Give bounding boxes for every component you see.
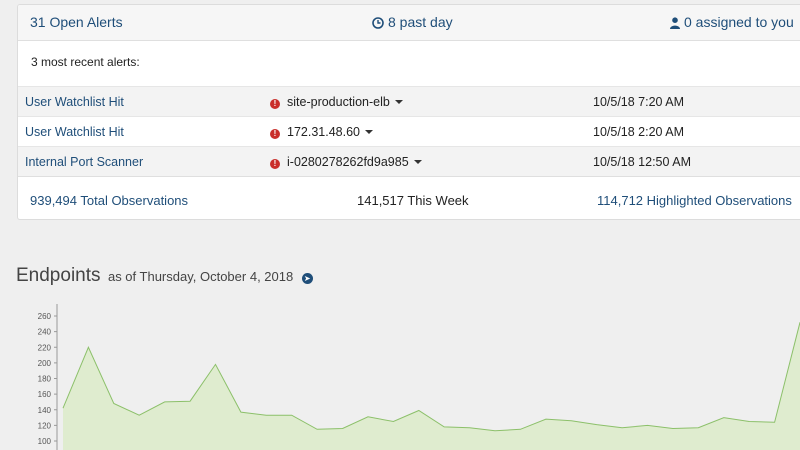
alerts-panel: 31 Open Alerts 8 past day 0 assigned to …: [17, 4, 800, 220]
data-point[interactable]: [87, 346, 90, 349]
alert-time: 10/5/18 12:50 AM: [593, 155, 691, 169]
exclamation-circle-icon: !: [270, 99, 280, 109]
alert-target-label: site-production-elb: [287, 95, 390, 109]
data-point[interactable]: [316, 428, 319, 431]
y-tick-label: 220: [38, 343, 52, 352]
endpoints-chart: 100 120 140 160 180 200 220 240 260: [38, 304, 800, 450]
data-point[interactable]: [163, 400, 166, 403]
arrow-circle-right-icon[interactable]: ➤: [301, 273, 313, 284]
exclamation-circle-icon: !: [270, 159, 280, 169]
data-point[interactable]: [544, 418, 547, 421]
data-point[interactable]: [722, 416, 725, 419]
alert-target-dropdown[interactable]: ! 172.31.48.60: [270, 125, 373, 139]
past-day-link[interactable]: 8 past day: [372, 14, 453, 32]
observation-stats: 939,494 Total Observations 141,517 This …: [18, 176, 800, 219]
y-tick-label: 140: [38, 406, 52, 415]
data-point[interactable]: [189, 400, 192, 403]
total-observations-link[interactable]: 939,494 Total Observations: [30, 193, 188, 208]
highlighted-observations-link[interactable]: 114,712 Highlighted Observations: [597, 193, 792, 208]
data-point[interactable]: [570, 419, 573, 422]
y-tick-label: 100: [38, 437, 52, 446]
data-point[interactable]: [214, 363, 217, 366]
data-point[interactable]: [671, 427, 674, 430]
y-tick-label: 200: [38, 359, 52, 368]
recent-alerts-list: User Watchlist Hit ! site-production-elb …: [18, 86, 800, 176]
alert-name-link[interactable]: Internal Port Scanner: [25, 155, 143, 169]
data-point[interactable]: [468, 426, 471, 429]
clock-icon: [372, 16, 384, 32]
data-point[interactable]: [519, 428, 522, 431]
data-point[interactable]: [621, 426, 624, 429]
data-point[interactable]: [367, 415, 370, 418]
alert-name-link[interactable]: User Watchlist Hit: [25, 125, 124, 139]
data-point[interactable]: [290, 414, 293, 417]
alert-target-label: 172.31.48.60: [287, 125, 360, 139]
y-tick-label: 240: [38, 328, 52, 337]
caret-down-icon: [365, 130, 373, 134]
data-point[interactable]: [239, 411, 242, 414]
data-point[interactable]: [595, 423, 598, 426]
y-tick-label: 160: [38, 390, 52, 399]
data-point[interactable]: [494, 429, 497, 432]
endpoints-as-of: as of Thursday, October 4, 2018: [107, 269, 294, 284]
y-tick-label: 260: [38, 312, 52, 321]
past-day-label: 8 past day: [388, 14, 453, 30]
data-point[interactable]: [392, 420, 395, 423]
alert-target-dropdown[interactable]: ! site-production-elb: [270, 95, 403, 109]
alert-target-dropdown[interactable]: ! i-0280278262fd9a985: [270, 155, 422, 169]
data-point[interactable]: [112, 402, 115, 405]
y-tick-label: 120: [38, 421, 52, 430]
data-point[interactable]: [697, 426, 700, 429]
alert-row: Internal Port Scanner ! i-0280278262fd9a9…: [18, 146, 800, 176]
data-point[interactable]: [417, 409, 420, 412]
alert-time: 10/5/18 2:20 AM: [593, 125, 685, 139]
endpoints-title: Endpoints: [16, 265, 101, 286]
alert-row: User Watchlist Hit ! 172.31.48.60 10/5/18…: [18, 116, 800, 146]
exclamation-circle-icon: !: [270, 129, 280, 139]
alert-row: User Watchlist Hit ! site-production-elb …: [18, 86, 800, 116]
caret-down-icon: [394, 100, 403, 104]
data-point[interactable]: [62, 407, 65, 410]
data-point[interactable]: [138, 414, 141, 417]
data-point[interactable]: [646, 424, 649, 427]
user-icon: [670, 16, 680, 32]
assigned-to-you-link[interactable]: 0 assigned to you: [670, 14, 794, 32]
data-point[interactable]: [265, 414, 268, 417]
series-area: [63, 322, 800, 450]
data-point[interactable]: [748, 420, 751, 423]
endpoints-heading: Endpoints as of Thursday, October 4, 201…: [16, 265, 313, 287]
alert-target-label: i-0280278262fd9a985: [287, 155, 409, 169]
alerts-summary-bar: 31 Open Alerts 8 past day 0 assigned to …: [18, 5, 800, 41]
assigned-label: 0 assigned to you: [684, 14, 794, 30]
data-point[interactable]: [773, 421, 776, 424]
caret-down-icon: [413, 160, 422, 164]
data-point[interactable]: [443, 425, 446, 428]
open-alerts-link[interactable]: 31 Open Alerts: [30, 14, 123, 30]
data-point[interactable]: [341, 427, 344, 430]
alert-time: 10/5/18 7:20 AM: [593, 95, 685, 109]
y-tick-label: 180: [38, 375, 52, 384]
alert-name-link[interactable]: User Watchlist Hit: [25, 95, 124, 109]
this-week-count: 141,517 This Week: [357, 193, 469, 208]
recent-alerts-heading: 3 most recent alerts:: [31, 55, 140, 69]
